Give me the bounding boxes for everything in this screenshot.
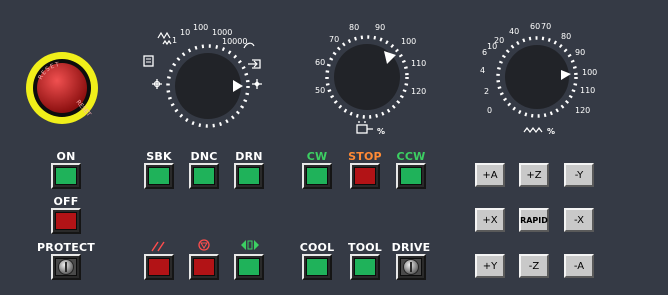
spindle-label-50: 50 bbox=[315, 86, 325, 95]
feed-label-2: 2 bbox=[484, 87, 489, 96]
spindle-label-70: 70 bbox=[329, 35, 339, 44]
cw-button[interactable] bbox=[302, 163, 332, 189]
on-label: ON bbox=[56, 150, 76, 163]
feed-label-0: 0 bbox=[487, 106, 492, 115]
spindle-label-120: 120 bbox=[411, 87, 426, 96]
jog-direction-button[interactable] bbox=[234, 254, 264, 280]
spindle-label-90: 90 bbox=[375, 23, 385, 32]
mode-dial-knob[interactable] bbox=[175, 53, 241, 119]
key-icon bbox=[58, 259, 74, 275]
axis-plus-x-button[interactable]: +X bbox=[475, 208, 505, 232]
drn-label: DRN bbox=[235, 150, 263, 163]
spindle-label-110: 110 bbox=[411, 59, 426, 68]
sbk-button[interactable] bbox=[144, 163, 174, 189]
axis-minus-a-button[interactable]: -A bbox=[564, 254, 594, 278]
slash-icon bbox=[151, 241, 165, 252]
alarm-button[interactable] bbox=[189, 254, 219, 280]
feed-label-100: 100 bbox=[582, 68, 597, 77]
cool-button[interactable] bbox=[302, 254, 332, 280]
feed-label-70: 70 bbox=[541, 22, 551, 31]
handwheel-zigzag-icon bbox=[157, 31, 171, 40]
feed-label-4: 4 bbox=[480, 66, 485, 75]
emergency-stop-button[interactable]: RESET RESET bbox=[24, 50, 100, 126]
feed-label-110: 110 bbox=[580, 86, 595, 95]
protect-label: PROTECT bbox=[37, 241, 95, 254]
on-button[interactable] bbox=[51, 163, 81, 189]
axis-plus-a-button[interactable]: +A bbox=[475, 163, 505, 187]
spindle-label-80: 80 bbox=[349, 23, 359, 32]
feed-label-60: 60 bbox=[530, 22, 540, 31]
handwheel-zigzag-small-icon bbox=[162, 39, 172, 46]
feed-label-120: 120 bbox=[575, 106, 590, 115]
stop-button[interactable] bbox=[350, 163, 380, 189]
drive-key-icon bbox=[403, 259, 419, 275]
axis-minus-x-button[interactable]: -X bbox=[564, 208, 594, 232]
feed-unit: % bbox=[547, 127, 555, 136]
feed-zigzag-icon bbox=[523, 127, 543, 133]
jog-right-diamond bbox=[254, 81, 260, 87]
drive-key-switch[interactable] bbox=[396, 254, 426, 280]
feed-label-80: 80 bbox=[561, 32, 571, 41]
ccw-label: CCW bbox=[396, 150, 426, 163]
spindle-override-dial[interactable]: 50 60 70 80 90 100 110 120 % bbox=[305, 18, 440, 138]
mode-dial-label-10: 10 bbox=[180, 28, 190, 37]
axis-minus-y-button[interactable]: -Y bbox=[564, 163, 594, 187]
spindle-label-100: 100 bbox=[401, 37, 416, 46]
drive-label: DRIVE bbox=[391, 241, 431, 254]
feed-dial-knob[interactable] bbox=[505, 45, 569, 109]
jog-arrows-icon bbox=[241, 240, 259, 250]
axis-plus-z-button[interactable]: +Z bbox=[519, 163, 549, 187]
mode-dial-label-10000: 10000 bbox=[222, 37, 247, 46]
coolant-slash-button[interactable] bbox=[144, 254, 174, 280]
mode-dial[interactable]: 1 10 100 1000 10000 bbox=[140, 18, 280, 128]
jog-left-icon bbox=[152, 79, 162, 89]
protect-key-switch[interactable] bbox=[51, 254, 81, 280]
feed-label-40: 40 bbox=[509, 27, 519, 36]
tool-button[interactable] bbox=[350, 254, 380, 280]
edit-mode-arrow bbox=[248, 60, 258, 68]
drn-button[interactable] bbox=[234, 163, 264, 189]
alarm-icon bbox=[198, 239, 210, 251]
axis-minus-z-button[interactable]: -Z bbox=[519, 254, 549, 278]
rapid-button[interactable]: RAPID bbox=[519, 208, 549, 232]
dnc-button[interactable] bbox=[189, 163, 219, 189]
spindle-label-60: 60 bbox=[315, 58, 325, 67]
off-label: OFF bbox=[53, 195, 79, 208]
feed-override-dial[interactable]: 0 2 4 6 10 20 40 60 70 80 90 100 110 120… bbox=[480, 18, 600, 138]
memory-mode-icon bbox=[143, 55, 154, 67]
machine-control-panel: RESET RESET 1 10 100 1000 10000 50 60 70… bbox=[0, 0, 668, 295]
mode-dial-label-1: 1 bbox=[172, 36, 177, 45]
memory-mode-lines bbox=[146, 58, 151, 63]
mode-dial-label-1000: 1000 bbox=[212, 28, 232, 37]
ccw-button[interactable] bbox=[396, 163, 426, 189]
axis-plus-y-button[interactable]: +Y bbox=[475, 254, 505, 278]
feed-label-90: 90 bbox=[575, 48, 585, 57]
spindle-icon bbox=[356, 124, 368, 134]
off-button[interactable] bbox=[51, 208, 81, 234]
spindle-unit: % bbox=[377, 127, 385, 136]
mode-dial-label-100: 100 bbox=[193, 23, 208, 32]
feed-label-20: 20 bbox=[494, 36, 504, 45]
